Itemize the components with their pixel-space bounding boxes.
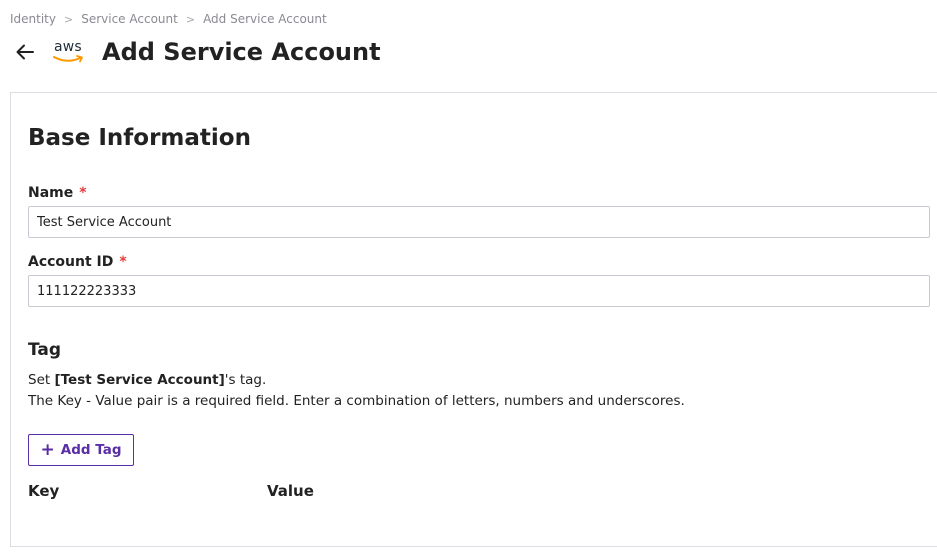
base-information-card: Base Information Name * Account ID * Tag S… bbox=[10, 92, 937, 547]
breadcrumb-item-service-account[interactable]: Service Account bbox=[81, 12, 178, 26]
tag-description: Set [Test Service Account]'s tag. The Ke… bbox=[28, 370, 685, 412]
required-mark: * bbox=[119, 254, 127, 270]
add-tag-label: Add Tag bbox=[60, 442, 122, 458]
account-id-label-text: Account ID bbox=[28, 254, 114, 270]
back-button[interactable] bbox=[12, 39, 38, 65]
account-id-input[interactable] bbox=[28, 275, 930, 307]
breadcrumb-separator: > bbox=[185, 12, 196, 26]
aws-logo: aws bbox=[52, 39, 88, 65]
breadcrumb-item-add-service-account: Add Service Account bbox=[203, 12, 327, 26]
breadcrumb-item-identity[interactable]: Identity bbox=[10, 12, 56, 26]
tag-desc-account-name: [Test Service Account] bbox=[54, 372, 225, 388]
add-tag-button[interactable]: + Add Tag bbox=[28, 434, 134, 466]
value-column-header: Value bbox=[267, 482, 314, 500]
tag-section-title: Tag bbox=[28, 340, 62, 360]
key-column-header: Key bbox=[28, 482, 60, 500]
section-title: Base Information bbox=[28, 125, 251, 151]
breadcrumb: Identity > Service Account > Add Service… bbox=[10, 12, 327, 26]
name-input[interactable] bbox=[28, 206, 930, 238]
tag-description-line-2: The Key - Value pair is a required field… bbox=[28, 393, 685, 409]
page-header: aws Add Service Account bbox=[12, 36, 381, 68]
tag-desc-suffix: 's tag. bbox=[224, 372, 267, 388]
aws-smile-icon bbox=[53, 55, 83, 63]
name-label-text: Name bbox=[28, 185, 74, 201]
account-id-label: Account ID * bbox=[28, 254, 127, 270]
aws-logo-text: aws bbox=[54, 39, 82, 55]
name-label: Name * bbox=[28, 185, 87, 201]
plus-icon: + bbox=[40, 439, 55, 460]
breadcrumb-separator: > bbox=[64, 12, 74, 26]
arrow-left-icon bbox=[16, 44, 34, 60]
page-title: Add Service Account bbox=[102, 38, 381, 66]
tag-desc-prefix: Set bbox=[28, 372, 55, 388]
tag-description-line-1: Set [Test Service Account]'s tag. bbox=[28, 370, 685, 391]
required-mark: * bbox=[79, 185, 87, 201]
